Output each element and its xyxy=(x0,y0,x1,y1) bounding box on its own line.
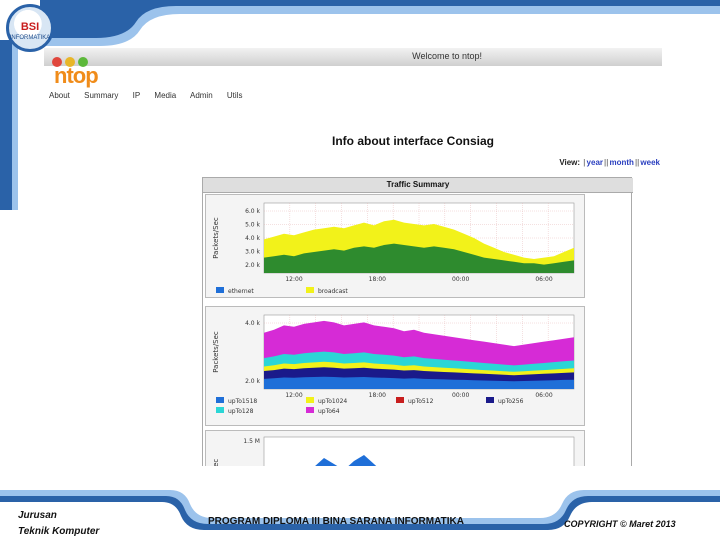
menu-media[interactable]: Media xyxy=(154,91,176,100)
y-tick-label: 2.0 k xyxy=(245,262,260,269)
menu-summary[interactable]: Summary xyxy=(84,91,118,100)
y-tick-label: 4.0 k xyxy=(245,235,260,242)
packets-chart: 6.0 k 5.0 k 4.0 k 3.0 k 2.0 k Packets/Sec 12:0… xyxy=(212,202,575,295)
y-tick-label: 2.0 k xyxy=(245,378,260,385)
menu-ip[interactable]: IP xyxy=(133,91,141,100)
chart-panel-sizes: 4.0 k 2.0 k Packets/Sec 12:00 18:00 00:00 06:0… xyxy=(205,306,585,426)
y-axis-label: Packets/Sec xyxy=(212,217,220,259)
main-menu: About Summary IP Media Admin Utils xyxy=(49,91,254,100)
legend-label-broadcast: broadcast xyxy=(318,288,348,295)
copyright-label: COPYRIGHT © Maret 2013 xyxy=(564,519,676,529)
plot-area xyxy=(263,436,575,466)
x-tick-label: 00:00 xyxy=(452,392,469,399)
legend-label-upTo256: upTo256 xyxy=(498,398,524,405)
legend-swatch-upTo64 xyxy=(306,407,314,413)
logo-text: BSI xyxy=(20,21,40,33)
legend-swatch-upTo512 xyxy=(396,397,404,403)
slide-footer-band xyxy=(0,490,720,540)
y-tick-label: 4.0 k xyxy=(245,320,260,327)
y-axis-label: Sec xyxy=(212,459,220,466)
institution-logo: BSI INFORMATIKA xyxy=(6,4,54,52)
legend-swatch-upTo1024 xyxy=(306,397,314,403)
browser-window: Welcome to ntop! ntop About Summary IP M… xyxy=(44,48,662,466)
logo-subtext: INFORMATIKA xyxy=(9,35,51,41)
x-tick-label: 18:00 xyxy=(369,276,386,283)
window-title: Welcome to ntop! xyxy=(412,51,482,61)
department-label: Jurusan Teknik Komputer xyxy=(18,508,99,540)
traffic-summary-heading: Traffic Summary xyxy=(203,178,633,193)
chart-panel-packets: 6.0 k 5.0 k 4.0 k 3.0 k 2.0 k Packets/Sec 12:0… xyxy=(205,194,585,298)
traffic-summary-table: Traffic Summary 6.0 k 5.0 k 4.0 k 3.0 k 2.0 … xyxy=(202,177,633,466)
window-titlebar: Welcome to ntop! xyxy=(44,48,662,67)
legend-label-upTo64: upTo64 xyxy=(318,408,340,415)
y-tick-label: 6.0 k xyxy=(245,208,260,215)
legend-label-upTo1518: upTo1518 xyxy=(228,398,257,405)
y-tick-label: 1.5 M xyxy=(243,438,260,445)
view-year-link[interactable]: year xyxy=(587,158,603,167)
y-tick-label: 3.0 k xyxy=(245,249,260,256)
view-selector: View: |year||month||week xyxy=(559,158,660,167)
department-line-2: Teknik Komputer xyxy=(18,526,100,537)
chart-panel-bytes: 1.5 M Sec xyxy=(205,430,585,466)
ntop-logo[interactable]: ntop xyxy=(54,63,99,89)
x-tick-label: 18:00 xyxy=(369,392,386,399)
x-tick-label: 12:00 xyxy=(285,276,302,283)
page-title: Info about interface Consiag xyxy=(332,134,495,148)
menu-admin[interactable]: Admin xyxy=(190,91,213,100)
y-tick-label: 5.0 k xyxy=(245,222,260,229)
view-week-link[interactable]: week xyxy=(640,158,660,167)
legend-label-ethernet: ethernet xyxy=(228,288,254,295)
legend-swatch-upTo1518 xyxy=(216,397,224,403)
bytes-chart: 1.5 M Sec xyxy=(212,436,575,466)
slide-frame-left xyxy=(0,40,18,210)
x-tick-label: 12:00 xyxy=(285,392,302,399)
x-tick-label: 06:00 xyxy=(535,392,552,399)
menu-about[interactable]: About xyxy=(49,91,70,100)
y-axis-label: Packets/Sec xyxy=(212,331,220,373)
legend-label-upTo1024: upTo1024 xyxy=(318,398,347,405)
view-month-link[interactable]: month xyxy=(610,158,634,167)
menu-utils[interactable]: Utils xyxy=(227,91,243,100)
legend-swatch-ethernet xyxy=(216,287,224,293)
packet-size-chart: 4.0 k 2.0 k Packets/Sec 12:00 18:00 00:00 06:0… xyxy=(212,314,575,415)
legend-swatch-upTo256 xyxy=(486,397,494,403)
slide-frame-top xyxy=(40,0,720,46)
x-tick-label: 00:00 xyxy=(452,276,469,283)
program-label: PROGRAM DIPLOMA III BINA SARANA INFORMAT… xyxy=(208,516,464,527)
x-tick-label: 06:00 xyxy=(535,276,552,283)
department-line-1: Jurusan xyxy=(18,510,57,521)
legend-swatch-upTo128 xyxy=(216,407,224,413)
legend-label-upTo128: upTo128 xyxy=(228,408,254,415)
view-label: View: xyxy=(559,158,581,167)
legend-swatch-broadcast xyxy=(306,287,314,293)
legend-label-upTo512: upTo512 xyxy=(408,398,434,405)
